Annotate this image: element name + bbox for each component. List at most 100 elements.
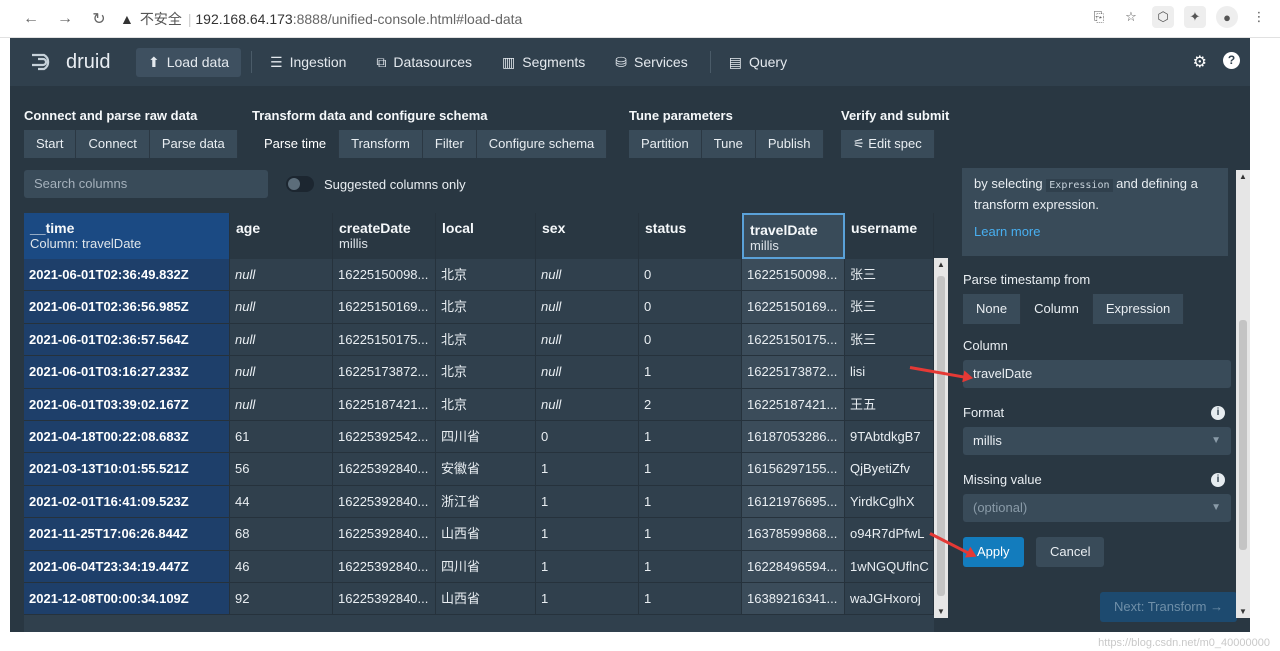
parse-from-segmented: None Column Expression xyxy=(963,294,1185,324)
table-cell: 1wNGQUflnC xyxy=(845,550,934,582)
suggested-columns-toggle[interactable] xyxy=(286,176,314,192)
step-tune[interactable]: Tune xyxy=(701,130,756,158)
nav-label: Services xyxy=(634,54,688,70)
parse-from-label: Parse timestamp from xyxy=(963,272,1091,287)
missing-placeholder: (optional) xyxy=(973,500,1028,515)
gantt-icon: ☰ xyxy=(270,53,283,70)
column-header-time[interactable]: __time Column: travelDate xyxy=(24,213,230,259)
nav-label: Datasources xyxy=(393,54,473,70)
missing-value-select[interactable]: (optional) ▼ xyxy=(963,494,1231,522)
translate-icon[interactable]: ⎘ xyxy=(1088,6,1110,28)
missing-value-label: Missing value i xyxy=(963,472,1231,487)
format-value: millis xyxy=(973,433,1002,448)
format-label: Format i xyxy=(963,405,1231,420)
nav-label: Load data xyxy=(166,54,230,70)
data-table: __time Column: travelDate age createDate mil… xyxy=(24,213,934,632)
table-cell: lisi xyxy=(845,356,934,388)
panel-scrollbar[interactable]: ▲ ▼ xyxy=(1236,170,1250,618)
table-cell: 16225392840... xyxy=(333,582,436,615)
table-cell: 2021-06-01T03:16:27.233Z xyxy=(24,356,230,388)
header-format: millis xyxy=(339,236,368,251)
nav-services[interactable]: ⛁ Services xyxy=(603,48,699,77)
learn-more-link[interactable]: Learn more xyxy=(974,222,1216,241)
puzzle-icon[interactable]: ✦ xyxy=(1184,6,1206,28)
table-cell: 16225392840... xyxy=(333,453,436,485)
nav-query[interactable]: ▤ Query xyxy=(717,48,799,77)
table-cell: null xyxy=(536,356,639,388)
step-filter[interactable]: Filter xyxy=(422,130,477,158)
nav-datasources[interactable]: ⧉ Datasources xyxy=(364,48,484,77)
format-select[interactable]: millis ▼ xyxy=(963,427,1231,455)
table-cell: null xyxy=(230,291,333,323)
step-edit-spec[interactable]: ⚟ Edit spec xyxy=(841,130,935,158)
table-cell: 16225187421... xyxy=(742,388,845,420)
column-header-local[interactable]: local xyxy=(436,213,536,259)
column-header-age[interactable]: age xyxy=(230,213,333,259)
info-icon[interactable]: i xyxy=(1211,473,1225,487)
table-cell: 1 xyxy=(536,518,639,550)
table-cell: 16378599868... xyxy=(742,518,845,550)
table-cell: 2021-06-01T02:36:57.564Z xyxy=(24,323,230,356)
step-start[interactable]: Start xyxy=(24,130,77,158)
scrollbar-thumb[interactable] xyxy=(937,276,945,596)
table-cell: null xyxy=(230,323,333,356)
back-icon[interactable]: ← xyxy=(20,10,42,28)
table-cell: 16225392840... xyxy=(333,550,436,582)
parse-none-button[interactable]: None xyxy=(963,294,1022,324)
nav-divider xyxy=(709,51,711,73)
column-header-username[interactable]: username xyxy=(845,213,934,259)
scroll-up-icon[interactable]: ▲ xyxy=(1236,172,1250,181)
table-cell: 16228496594... xyxy=(742,550,845,582)
column-input[interactable]: travelDate xyxy=(963,360,1231,388)
forward-icon[interactable]: → xyxy=(54,10,76,28)
gear-icon[interactable]: ⚙ xyxy=(1193,52,1207,72)
nav-divider xyxy=(251,51,253,73)
column-label: Column xyxy=(963,338,1008,353)
menu-icon[interactable]: ⋮ xyxy=(1248,6,1270,28)
scroll-up-icon[interactable]: ▲ xyxy=(934,260,948,269)
scrollbar-thumb[interactable] xyxy=(1239,320,1247,550)
table-cell: YirdkCglhX xyxy=(845,485,934,518)
step-partition[interactable]: Partition xyxy=(629,130,702,158)
reload-icon[interactable]: ↻ xyxy=(88,9,110,29)
profile-icon[interactable]: ● xyxy=(1216,6,1238,28)
step-parse-time[interactable]: Parse time xyxy=(252,130,340,158)
druid-logo-icon xyxy=(32,53,50,71)
nav-ingestion[interactable]: ☰ Ingestion xyxy=(258,48,358,77)
step-configure-schema[interactable]: Configure schema xyxy=(476,130,608,158)
address-bar[interactable]: ▲ 不安全 | 192.168.64.173:8888/unified-cons… xyxy=(120,9,522,29)
scroll-down-icon[interactable]: ▼ xyxy=(934,607,948,616)
header-name: sex xyxy=(542,220,566,236)
step-parse-data[interactable]: Parse data xyxy=(149,130,238,158)
cancel-button[interactable]: Cancel xyxy=(1036,537,1105,567)
parse-column-button[interactable]: Column xyxy=(1021,294,1093,324)
info-callout: by selecting Expression and defining a t… xyxy=(962,168,1228,256)
step-connect[interactable]: Connect xyxy=(76,130,150,158)
step-transform[interactable]: Transform xyxy=(339,130,423,158)
table-scrollbar[interactable]: ▲ ▼ xyxy=(934,258,948,618)
step-publish[interactable]: Publish xyxy=(755,130,824,158)
druid-logo[interactable]: druid xyxy=(30,51,130,74)
table-cell: 16225150098... xyxy=(333,259,436,291)
column-header-traveldate[interactable]: travelDate millis xyxy=(742,213,845,259)
header-format: millis xyxy=(750,238,779,253)
column-header-status[interactable]: status xyxy=(639,213,742,259)
help-icon[interactable]: ? xyxy=(1223,52,1240,69)
extension-icon[interactable]: ⬡ xyxy=(1152,6,1174,28)
stacked-chart-icon: ▥ xyxy=(502,53,516,70)
parse-time-panel: by selecting Expression and defining a t… xyxy=(960,168,1238,622)
table-cell: 安徽省 xyxy=(436,453,536,485)
info-icon[interactable]: i xyxy=(1211,406,1225,420)
nav-segments[interactable]: ▥ Segments xyxy=(490,48,597,77)
column-header-createdate[interactable]: createDate millis xyxy=(333,213,436,259)
star-icon[interactable]: ☆ xyxy=(1120,6,1142,28)
parse-expression-button[interactable]: Expression xyxy=(1092,294,1185,324)
column-header-sex[interactable]: sex xyxy=(536,213,639,259)
chevron-down-icon: ▼ xyxy=(1211,502,1221,513)
format-label-text: Format xyxy=(963,405,1005,420)
next-transform-button[interactable]: Next: Transform → xyxy=(1100,592,1238,622)
scroll-down-icon[interactable]: ▼ xyxy=(1236,607,1250,616)
search-columns-input[interactable]: Search columns xyxy=(24,170,268,198)
nav-load-data[interactable]: ⬆ Load data xyxy=(136,47,242,77)
header-name: username xyxy=(851,220,918,236)
